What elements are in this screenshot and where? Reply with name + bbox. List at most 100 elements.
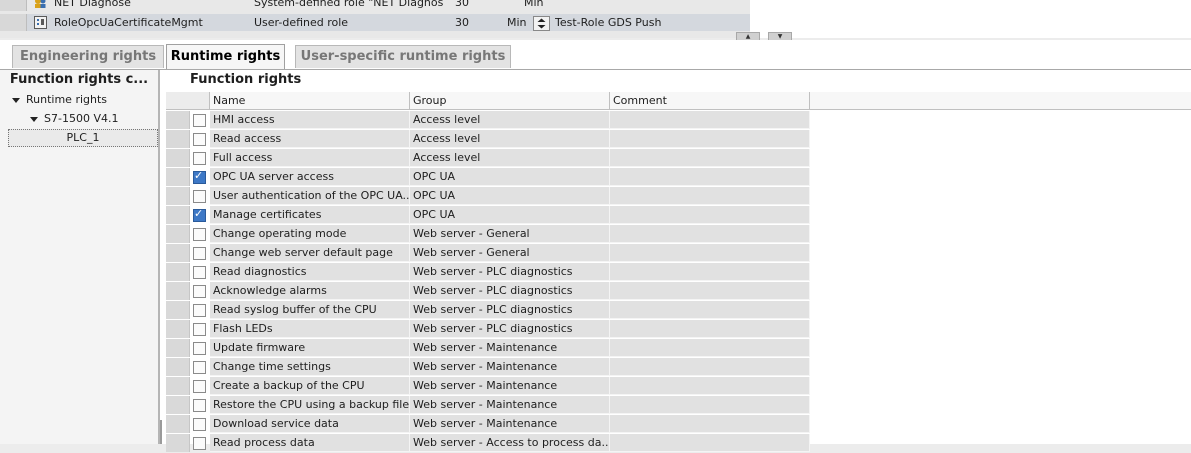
table-row[interactable]: Flash LEDs Web server - PLC diagnostics [160, 320, 810, 339]
right-checkbox[interactable] [193, 380, 206, 393]
table-row[interactable]: Acknowledge alarms Web server - PLC diagn… [160, 282, 810, 301]
cell-name: OPC UA server access [210, 168, 410, 186]
cell-comment[interactable] [610, 320, 810, 338]
row-gutter[interactable] [0, 0, 27, 11]
table-row[interactable]: Full access Access level [160, 149, 810, 168]
table-row[interactable]: HMI access Access level [160, 111, 810, 130]
cell-comment[interactable] [610, 434, 810, 452]
cell-name: User authentication of the OPC UA... [210, 187, 410, 205]
right-checkbox[interactable] [193, 342, 206, 355]
right-checkbox[interactable] [193, 285, 206, 298]
right-checkbox[interactable] [193, 304, 206, 317]
role-row[interactable]: NET Diagnose System-defined role "NET Di… [0, 0, 750, 11]
role-row-selected[interactable]: RoleOpcUaCertificateMgmt User-defined ro… [0, 14, 750, 31]
cell-comment[interactable] [610, 168, 810, 186]
table-row[interactable]: User authentication of the OPC UA... OPC … [160, 187, 810, 206]
function-rights-categories-panel: Function rights c... Runtime rights S7-1… [0, 70, 160, 444]
row-gutter[interactable] [166, 263, 190, 281]
row-gutter[interactable] [166, 130, 190, 148]
column-header-group[interactable]: Group [410, 92, 610, 110]
cell-comment[interactable] [610, 244, 810, 262]
right-checkbox[interactable] [193, 266, 206, 279]
right-checkbox[interactable] [193, 361, 206, 374]
cell-comment[interactable] [610, 149, 810, 167]
table-row[interactable]: Change web server default page Web server… [160, 244, 810, 263]
cell-comment[interactable] [610, 263, 810, 281]
cell-name: Restore the CPU using a backup file [210, 396, 410, 414]
cell-comment[interactable] [610, 415, 810, 433]
row-gutter[interactable] [166, 168, 190, 186]
row-gutter[interactable] [166, 396, 190, 414]
cell-comment[interactable] [610, 206, 810, 224]
cell-comment[interactable] [610, 225, 810, 243]
tree-item-plc-1[interactable]: PLC_1 [8, 129, 158, 147]
row-gutter[interactable] [166, 206, 190, 224]
tab-engineering-rights[interactable]: Engineering rights [12, 45, 164, 68]
cell-name: Flash LEDs [210, 320, 410, 338]
table-row[interactable]: Read access Access level [160, 130, 810, 149]
right-checkbox[interactable] [193, 114, 206, 127]
table-row[interactable]: Read syslog buffer of the CPU Web server … [160, 301, 810, 320]
expand-arrow-icon[interactable] [30, 116, 38, 122]
row-gutter[interactable] [166, 358, 190, 376]
right-checkbox[interactable] [193, 228, 206, 241]
cell-comment[interactable] [610, 282, 810, 300]
tree-item-s7-1500[interactable]: S7-1500 V4.1 [30, 110, 118, 127]
cell-group: Web server - Access to process da... [410, 434, 610, 452]
panel-splitter[interactable] [160, 420, 162, 444]
expand-arrow-icon[interactable] [12, 97, 20, 103]
right-checkbox[interactable] [193, 399, 206, 412]
duration-spinner[interactable] [533, 16, 550, 31]
cell-comment[interactable] [610, 377, 810, 395]
row-gutter[interactable] [166, 301, 190, 319]
row-gutter[interactable] [166, 320, 190, 338]
right-checkbox[interactable] [193, 247, 206, 260]
row-gutter[interactable] [166, 339, 190, 357]
cell-comment[interactable] [610, 396, 810, 414]
column-header-name[interactable]: Name [210, 92, 410, 110]
right-checkbox[interactable] [193, 323, 206, 336]
role-type: User-defined role [254, 16, 349, 29]
row-gutter[interactable] [166, 244, 190, 262]
right-checkbox[interactable] [193, 152, 206, 165]
table-row[interactable]: Restore the CPU using a backup file Web s… [160, 396, 810, 415]
cell-name: Download service data [210, 415, 410, 433]
row-gutter[interactable] [166, 149, 190, 167]
right-checkbox[interactable] [193, 207, 206, 222]
right-checkbox[interactable] [193, 133, 206, 146]
tree-item-label: Runtime rights [26, 93, 108, 106]
row-gutter[interactable] [166, 377, 190, 395]
table-row[interactable]: Update firmware Web server - Maintenance [160, 339, 810, 358]
right-checkbox[interactable] [193, 418, 206, 431]
cell-comment[interactable] [610, 130, 810, 148]
row-gutter[interactable] [166, 282, 190, 300]
cell-comment[interactable] [610, 301, 810, 319]
column-header-comment[interactable]: Comment [610, 92, 810, 110]
cell-comment[interactable] [610, 111, 810, 129]
table-row[interactable]: Download service data Web server - Mainte… [160, 415, 810, 434]
tab-user-specific-runtime-rights[interactable]: User-specific runtime rights [295, 45, 511, 68]
table-row[interactable]: Manage certificatesOPC UA [160, 206, 810, 225]
row-gutter[interactable] [166, 187, 190, 205]
tab-runtime-rights[interactable]: Runtime rights [166, 44, 285, 69]
table-row[interactable]: OPC UA server accessOPC UA [160, 168, 810, 187]
cell-name: Update firmware [210, 339, 410, 357]
cell-comment[interactable] [610, 339, 810, 357]
row-gutter[interactable] [166, 111, 190, 129]
table-row[interactable]: Change operating mode Web server - Genera… [160, 225, 810, 244]
table-row[interactable]: Create a backup of the CPU Web server - M… [160, 377, 810, 396]
system-role-icon [35, 0, 46, 8]
tree-item-runtime-rights[interactable]: Runtime rights [12, 91, 107, 108]
row-gutter[interactable] [166, 225, 190, 243]
row-gutter[interactable] [166, 415, 190, 433]
table-row[interactable]: Change time settings Web server - Mainten… [160, 358, 810, 377]
right-checkbox[interactable] [193, 190, 206, 203]
cell-group: Web server - PLC diagnostics [410, 282, 610, 300]
row-gutter[interactable] [0, 14, 27, 31]
row-gutter[interactable] [166, 434, 190, 452]
cell-comment[interactable] [610, 187, 810, 205]
cell-comment[interactable] [610, 358, 810, 376]
cell-group: Web server - General [410, 244, 610, 262]
table-row[interactable]: Read diagnostics Web server - PLC diagnos… [160, 263, 810, 282]
right-checkbox[interactable] [193, 169, 206, 184]
